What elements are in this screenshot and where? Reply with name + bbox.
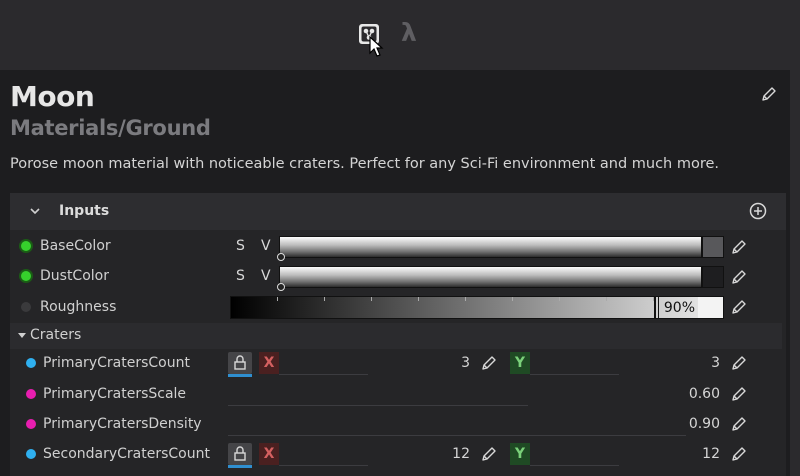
primary-craters-density-connector-dot[interactable]: [26, 419, 36, 429]
inputs-section-header[interactable]: Inputs: [10, 193, 786, 230]
basecolor-slider-knob[interactable]: [277, 253, 285, 261]
basecolor-s-toggle[interactable]: S: [236, 238, 245, 254]
primary-craters-scale-edit-pencil-icon[interactable]: [731, 386, 747, 402]
craters-group-header[interactable]: Craters: [10, 323, 782, 349]
material-description: Porose moon material with noticeable cra…: [10, 156, 720, 172]
lock-active-indicator: [228, 465, 252, 468]
chevron-down-icon[interactable]: [29, 205, 41, 217]
primary-craters-count-label: PrimaryCratersCount: [43, 355, 190, 371]
primary-craters-density-field-underline: [228, 435, 686, 436]
roughness-label: Roughness: [40, 299, 117, 315]
basecolor-label: BaseColor: [40, 238, 111, 254]
primary-craters-scale-value[interactable]: 0.60: [620, 386, 720, 402]
material-title: Moon: [10, 80, 95, 113]
secondary-craters-count-y-edit-pencil-icon[interactable]: [731, 446, 747, 462]
edit-material-pencil-icon[interactable]: [761, 86, 777, 102]
roughness-connector-dot[interactable]: [21, 302, 31, 312]
craters-group-label: Craters: [30, 327, 82, 343]
basecolor-edit-pencil-icon[interactable]: [731, 239, 747, 255]
secondary-craters-count-y-field-underline: [530, 465, 619, 466]
dustcolor-swatch[interactable]: [702, 266, 724, 288]
secondary-craters-count-y-value[interactable]: 12: [630, 446, 720, 462]
roughness-slider-handle[interactable]: [654, 297, 656, 318]
roughness-slider-end-cap: [698, 297, 723, 318]
inputs-section-label: Inputs: [59, 203, 110, 219]
lock-active-indicator: [228, 374, 252, 377]
lock-icon: [234, 446, 246, 461]
primary-craters-count-x-value[interactable]: 3: [380, 355, 470, 371]
secondary-craters-count-connector-dot[interactable]: [26, 449, 36, 459]
panel-scroll-edge: [790, 70, 800, 476]
dustcolor-edit-pencil-icon[interactable]: [731, 269, 747, 285]
secondary-craters-count-lock-button[interactable]: [228, 443, 252, 468]
dustcolor-label: DustColor: [40, 268, 109, 284]
primary-craters-scale-label: PrimaryCratersScale: [43, 386, 187, 402]
primary-craters-density-edit-pencil-icon[interactable]: [731, 416, 747, 432]
roughness-value: 90%: [663, 300, 695, 316]
material-category: Materials/Ground: [10, 116, 211, 140]
primary-craters-density-label: PrimaryCratersDensity: [43, 416, 202, 432]
dustcolor-s-toggle[interactable]: S: [236, 268, 245, 284]
dustcolor-connector-dot[interactable]: [21, 271, 31, 281]
basecolor-gradient-slider[interactable]: [279, 236, 702, 258]
secondary-craters-count-y-label: Y: [510, 443, 530, 465]
primary-craters-scale-connector-dot[interactable]: [26, 389, 36, 399]
basecolor-swatch[interactable]: [702, 236, 724, 258]
primary-craters-count-y-value[interactable]: 3: [630, 355, 720, 371]
secondary-craters-count-x-label: X: [259, 443, 279, 465]
lock-icon: [234, 355, 246, 370]
primary-craters-density-value[interactable]: 0.90: [620, 416, 720, 432]
roughness-slider[interactable]: 90%: [230, 296, 724, 319]
basecolor-connector-dot[interactable]: [21, 241, 31, 251]
basecolor-v-toggle[interactable]: V: [261, 238, 271, 254]
secondary-craters-count-x-value[interactable]: 12: [380, 446, 470, 462]
primary-craters-count-x-field-underline: [279, 374, 368, 375]
primary-craters-scale-field-underline: [228, 405, 528, 406]
primary-craters-count-y-edit-pencil-icon[interactable]: [731, 355, 747, 371]
primary-craters-count-lock-button[interactable]: [228, 352, 252, 377]
dustcolor-slider-knob[interactable]: [277, 283, 285, 291]
mouse-cursor-icon: [369, 36, 384, 57]
roughness-slider-handle-edge: [658, 297, 659, 318]
primary-craters-count-x-label: X: [259, 352, 279, 374]
lambda-icon[interactable]: λ: [401, 18, 417, 47]
secondary-craters-count-label: SecondaryCratersCount: [43, 446, 210, 462]
primary-craters-count-connector-dot[interactable]: [26, 358, 36, 368]
top-toolbar: λ: [0, 0, 800, 70]
secondary-craters-count-x-edit-pencil-icon[interactable]: [481, 446, 497, 462]
primary-craters-count-x-edit-pencil-icon[interactable]: [481, 355, 497, 371]
add-input-icon[interactable]: [748, 201, 768, 221]
primary-craters-count-y-label: Y: [510, 352, 530, 374]
dustcolor-v-toggle[interactable]: V: [261, 268, 271, 284]
dustcolor-gradient-slider[interactable]: [279, 266, 702, 288]
secondary-craters-count-x-field-underline: [279, 465, 368, 466]
primary-craters-count-y-field-underline: [530, 374, 619, 375]
caret-down-icon[interactable]: [18, 333, 26, 338]
roughness-edit-pencil-icon[interactable]: [731, 299, 747, 315]
